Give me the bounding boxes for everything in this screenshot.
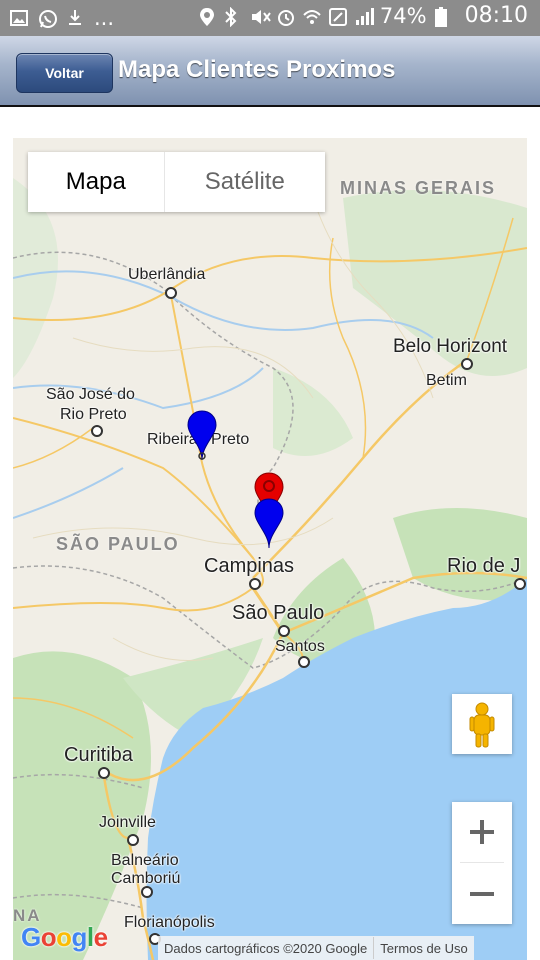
alarm-icon [276, 7, 294, 26]
city-dot-balneario [141, 886, 153, 898]
app-header: Voltar Mapa Clientes Proximos [0, 36, 540, 107]
street-view-pegman-button[interactable] [452, 694, 512, 754]
zoom-divider [460, 862, 504, 863]
city-label-uberlandia: Uberlândia [128, 266, 206, 283]
map-type-control: Mapa Satélite [28, 152, 325, 212]
city-dot-belo-horizonte [461, 358, 473, 370]
city-label-joinville: Joinville [99, 814, 156, 831]
map-type-satellite-button[interactable]: Satélite [165, 152, 325, 212]
city-label-sao-paulo: São Paulo [232, 602, 325, 624]
map-type-map-button[interactable]: Mapa [28, 152, 165, 212]
download-icon [66, 9, 84, 27]
map-view[interactable]: Mapa Satélite MINAS GERAIS SÃO PAULO NA … [13, 138, 527, 960]
city-dot-sao-paulo [278, 625, 290, 637]
minus-icon [470, 892, 494, 896]
city-label-sao-jose-2: Rio Preto [60, 406, 127, 423]
signal-icon [354, 7, 374, 25]
terms-link[interactable]: Termos de Uso [374, 941, 473, 956]
zoom-in-button[interactable] [452, 802, 512, 862]
city-dot-uberlandia [165, 287, 177, 299]
city-dot-santos [298, 656, 310, 668]
image-icon [10, 9, 28, 27]
city-dot-curitiba [98, 767, 110, 779]
state-label-minas-gerais: MINAS GERAIS [340, 178, 497, 198]
city-label-balneario-1: Balneário [111, 852, 179, 869]
city-label-sao-jose-1: São José do [46, 386, 135, 403]
wifi-icon [302, 7, 321, 25]
city-label-rio-de-janeiro: Rio de J [447, 555, 521, 577]
back-button[interactable]: Voltar [16, 53, 113, 93]
map-marker-blue-campinas[interactable] [254, 498, 284, 550]
map-marker-blue-ribeirao[interactable] [187, 410, 217, 462]
page-title: Mapa Clientes Proximos [118, 56, 396, 83]
city-dot-joinville [127, 834, 139, 846]
city-dot-rio [514, 578, 526, 590]
city-dot-sao-jose [91, 425, 103, 437]
location-icon [198, 7, 216, 26]
city-label-florianopolis: Florianópolis [124, 914, 215, 931]
city-label-betim: Betim [426, 372, 467, 389]
map-attribution: Dados cartográficos ©2020 Google Termos … [158, 936, 474, 960]
nfc-icon [328, 7, 347, 26]
whatsapp-icon [38, 9, 57, 28]
google-logo[interactable]: Google [21, 922, 108, 953]
state-label-sao-paulo: SÃO PAULO [56, 534, 180, 554]
status-bar: ... 74% 08:10 [0, 0, 540, 36]
city-dot-campinas [249, 578, 261, 590]
plus-icon [470, 820, 494, 844]
zoom-out-button[interactable] [452, 864, 512, 924]
pegman-icon [469, 702, 495, 748]
mute-icon [250, 7, 271, 25]
bluetooth-icon [224, 6, 242, 27]
clock: 08:10 [464, 3, 528, 28]
zoom-control [452, 802, 512, 924]
attribution-text: Dados cartográficos ©2020 Google [164, 940, 368, 956]
city-label-curitiba: Curitiba [64, 744, 133, 766]
city-label-belo-horizonte: Belo Horizont [393, 336, 508, 357]
city-label-campinas: Campinas [204, 555, 295, 577]
battery-percent: 74% [379, 3, 427, 28]
city-label-santos: Santos [275, 638, 325, 655]
battery-icon [434, 6, 453, 27]
more-notifications: ... [94, 6, 115, 30]
